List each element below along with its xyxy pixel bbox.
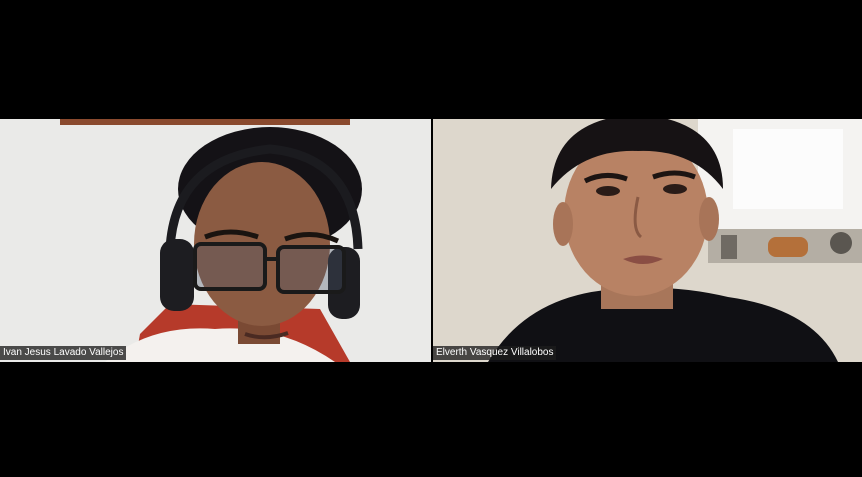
participant-video-tile-1[interactable]: Ivan Jesus Lavado Vallejos [0,119,431,362]
participant-video-feed-1 [0,119,431,362]
participant-name-label: Ivan Jesus Lavado Vallejos [0,346,127,360]
participant-video-tile-2[interactable]: Elverth Vasquez Villalobos [433,119,862,362]
participant-name-label: Elverth Vasquez Villalobos [433,346,557,360]
participant-video-feed-2 [433,119,862,362]
meeting-gallery-view: Ivan Jesus Lavado Vallejos Elverth Vasqu… [0,0,862,477]
